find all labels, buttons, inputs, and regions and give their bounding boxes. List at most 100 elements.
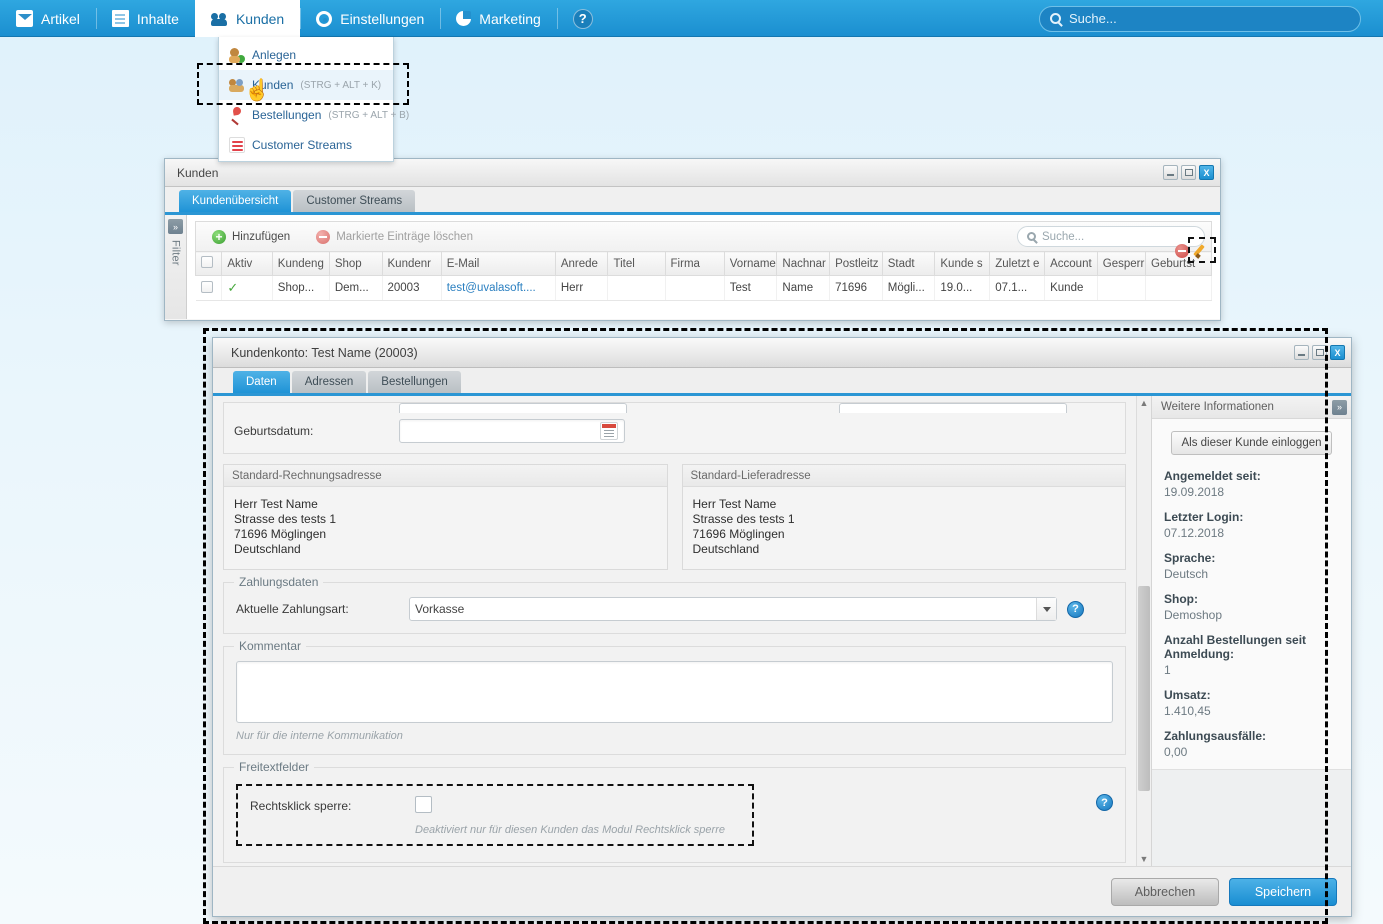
nav-item-artikel[interactable]: Artikel	[0, 0, 96, 37]
email-link[interactable]: test@uvalasoft....	[447, 282, 536, 294]
kunden-dropdown-menu: Anlegen Kunden (STRG + ALT + K) Bestellu…	[218, 37, 409, 162]
cell-email[interactable]: test@uvalasoft....	[441, 275, 556, 301]
nav-item-kunden[interactable]: Kunden	[194, 0, 301, 37]
col-titel[interactable]: Titel	[607, 251, 666, 276]
nav-item-marketing[interactable]: Marketing	[440, 0, 556, 37]
scroll-up-arrow-icon[interactable]: ▲	[1137, 396, 1151, 410]
customer-table: Aktiv Kundeng Shop Kundenr E-Mail Anrede…	[194, 251, 1212, 301]
nav-label-inhalte: Inhalte	[136, 10, 179, 27]
maximize-button[interactable]	[1181, 165, 1196, 180]
cell-kunde-seit: 19.0...	[934, 275, 991, 301]
comment-group: Kommentar Nur für die interne Kommunikat…	[223, 639, 1126, 755]
side-panel-title: Weitere Informationen	[1161, 401, 1274, 413]
select-all-checkbox[interactable]	[201, 256, 213, 268]
kundenkonto-titlebar: Kundenkonto: Test Name (20003) X	[213, 338, 1351, 368]
top-navigation-bar: Artikel Inhalte Kunden Einstellungen Mar…	[0, 0, 1383, 37]
col-email[interactable]: E-Mail	[440, 251, 556, 276]
freetext-legend: Freitextfelder	[234, 760, 315, 774]
tab-bestellungen[interactable]: Bestellungen	[368, 371, 461, 393]
col-zuletzt-eingeloggt[interactable]: Zuletzt e	[989, 251, 1046, 276]
tab-kundenuebersicht[interactable]: Kundenübersicht	[179, 190, 292, 212]
nav-item-einstellungen[interactable]: Einstellungen	[300, 0, 440, 37]
address-columns: Standard-Rechnungsadresse Herr Test Name…	[223, 464, 1126, 570]
nav-item-inhalte[interactable]: Inhalte	[95, 0, 195, 37]
menu-item-anlegen[interactable]: Anlegen	[219, 40, 393, 70]
col-account[interactable]: Account	[1044, 251, 1098, 276]
col-stadt[interactable]: Stadt	[881, 251, 936, 276]
cut-off-inputs-row	[224, 403, 1125, 413]
filter-sidebar: » Filter	[165, 215, 187, 319]
col-kunde-seit[interactable]: Kunde s	[934, 251, 991, 276]
cell-checkbox[interactable]	[195, 275, 223, 301]
menu-item-kunden[interactable]: Kunden (STRG + ALT + K)	[219, 70, 393, 100]
billing-address-body: Herr Test Name Strasse des tests 1 71696…	[224, 487, 667, 569]
pin-icon	[229, 107, 245, 123]
col-aktiv[interactable]: Aktiv	[221, 251, 273, 276]
birthdate-row: Geburtsdatum:	[224, 413, 1125, 453]
tab-daten[interactable]: Daten	[233, 371, 290, 393]
maximize-button[interactable]	[1312, 345, 1327, 360]
global-search-container: Suche...	[1039, 0, 1383, 37]
payment-legend: Zahlungsdaten	[234, 575, 324, 589]
rechtsklick-sperre-highlight-annotation: Rechtsklick sperre: Deaktiviert nur für …	[236, 784, 754, 846]
payment-help-icon[interactable]: ?	[1067, 600, 1084, 618]
tab-adressen[interactable]: Adressen	[291, 371, 367, 393]
col-anrede[interactable]: Anrede	[554, 251, 609, 276]
col-kundengruppe[interactable]: Kundeng	[271, 251, 330, 276]
close-button[interactable]: X	[1330, 345, 1345, 360]
billing-line-2: Strasse des tests 1	[234, 512, 337, 526]
customer-grid-area: + Hinzufügen Markierte Einträge löschen …	[187, 215, 1220, 319]
cut-off-input-right[interactable]	[839, 403, 1067, 413]
filter-expand-button[interactable]: »	[168, 219, 183, 234]
freetext-help-icon[interactable]: ?	[1096, 794, 1113, 811]
freetext-row: Rechtsklick sperre: Deaktiviert nur für …	[236, 784, 1113, 846]
delete-selected-button[interactable]: Markierte Einträge löschen	[306, 226, 483, 248]
close-button[interactable]: X	[1199, 165, 1214, 180]
table-row[interactable]: ✓ Shop... Dem... 20003 test@uvalasoft...…	[195, 275, 1212, 301]
add-customer-button[interactable]: + Hinzufügen	[202, 226, 300, 248]
minimize-button[interactable]	[1294, 345, 1309, 360]
pie-chart-icon	[456, 11, 472, 26]
global-search-input[interactable]: Suche...	[1039, 5, 1361, 32]
col-kundennummer[interactable]: Kundenr	[381, 251, 442, 276]
user-add-icon	[229, 47, 245, 63]
freetext-group: Freitextfelder Rechtsklick sperre: Deakt…	[223, 760, 1126, 863]
side-panel-collapse-button[interactable]: »	[1332, 399, 1347, 415]
scrollbar-thumb[interactable]	[1138, 586, 1150, 791]
menu-label-kunden: Kunden	[252, 78, 294, 92]
col-postleitzahl[interactable]: Postleitz	[829, 251, 883, 276]
menu-item-bestellungen[interactable]: Bestellungen (STRG + ALT + B)	[219, 100, 409, 130]
payment-row: Aktuelle Zahlungsart: Vorkasse ?	[236, 597, 1113, 621]
cell-zuletzt: 07.1...	[989, 275, 1046, 301]
cell-anrede: Herr	[555, 275, 609, 301]
col-firma[interactable]: Firma	[664, 251, 725, 276]
nav-item-help[interactable]: ?	[556, 0, 609, 37]
col-vorname[interactable]: Vorname	[723, 251, 778, 276]
cancel-button[interactable]: Abbrechen	[1111, 877, 1219, 906]
payment-select[interactable]: Vorkasse	[409, 597, 1057, 621]
comment-textarea[interactable]	[236, 661, 1113, 723]
cut-off-input-left[interactable]	[399, 403, 627, 413]
col-shop[interactable]: Shop	[328, 251, 383, 276]
rechtsklick-sperre-checkbox[interactable]	[415, 796, 432, 813]
info-key-angemeldet-seit: Angemeldet seit:	[1164, 469, 1261, 483]
scroll-down-arrow-icon[interactable]: ▼	[1137, 852, 1151, 866]
col-nachname[interactable]: Nachnar	[776, 251, 831, 276]
kundenkonto-body: Geburtsdatum: Standard-Rechnungsadresse …	[213, 396, 1351, 866]
minimize-button[interactable]	[1163, 165, 1178, 180]
col-checkbox[interactable]	[194, 251, 223, 276]
tab-customer-streams[interactable]: Customer Streams	[293, 190, 416, 212]
form-vertical-scrollbar[interactable]: ▲ ▼	[1136, 396, 1151, 866]
birthdate-input[interactable]	[399, 419, 625, 443]
menu-item-customer-streams[interactable]: Customer Streams	[219, 130, 393, 160]
info-value-umsatz: 1.410,45	[1164, 704, 1211, 718]
save-button[interactable]: Speichern	[1229, 877, 1337, 906]
delete-row-icon[interactable]	[1175, 243, 1189, 258]
calendar-icon[interactable]	[600, 422, 618, 440]
login-as-customer-button[interactable]: Als dieser Kunde einloggen	[1171, 431, 1332, 455]
cell-shop: Dem...	[329, 275, 383, 301]
personal-data-fieldset: Geburtsdatum:	[223, 402, 1126, 454]
info-key-sprache: Sprache:	[1164, 551, 1216, 565]
col-gesperrt[interactable]: Gesperr	[1096, 251, 1147, 276]
row-checkbox[interactable]	[200, 280, 213, 293]
